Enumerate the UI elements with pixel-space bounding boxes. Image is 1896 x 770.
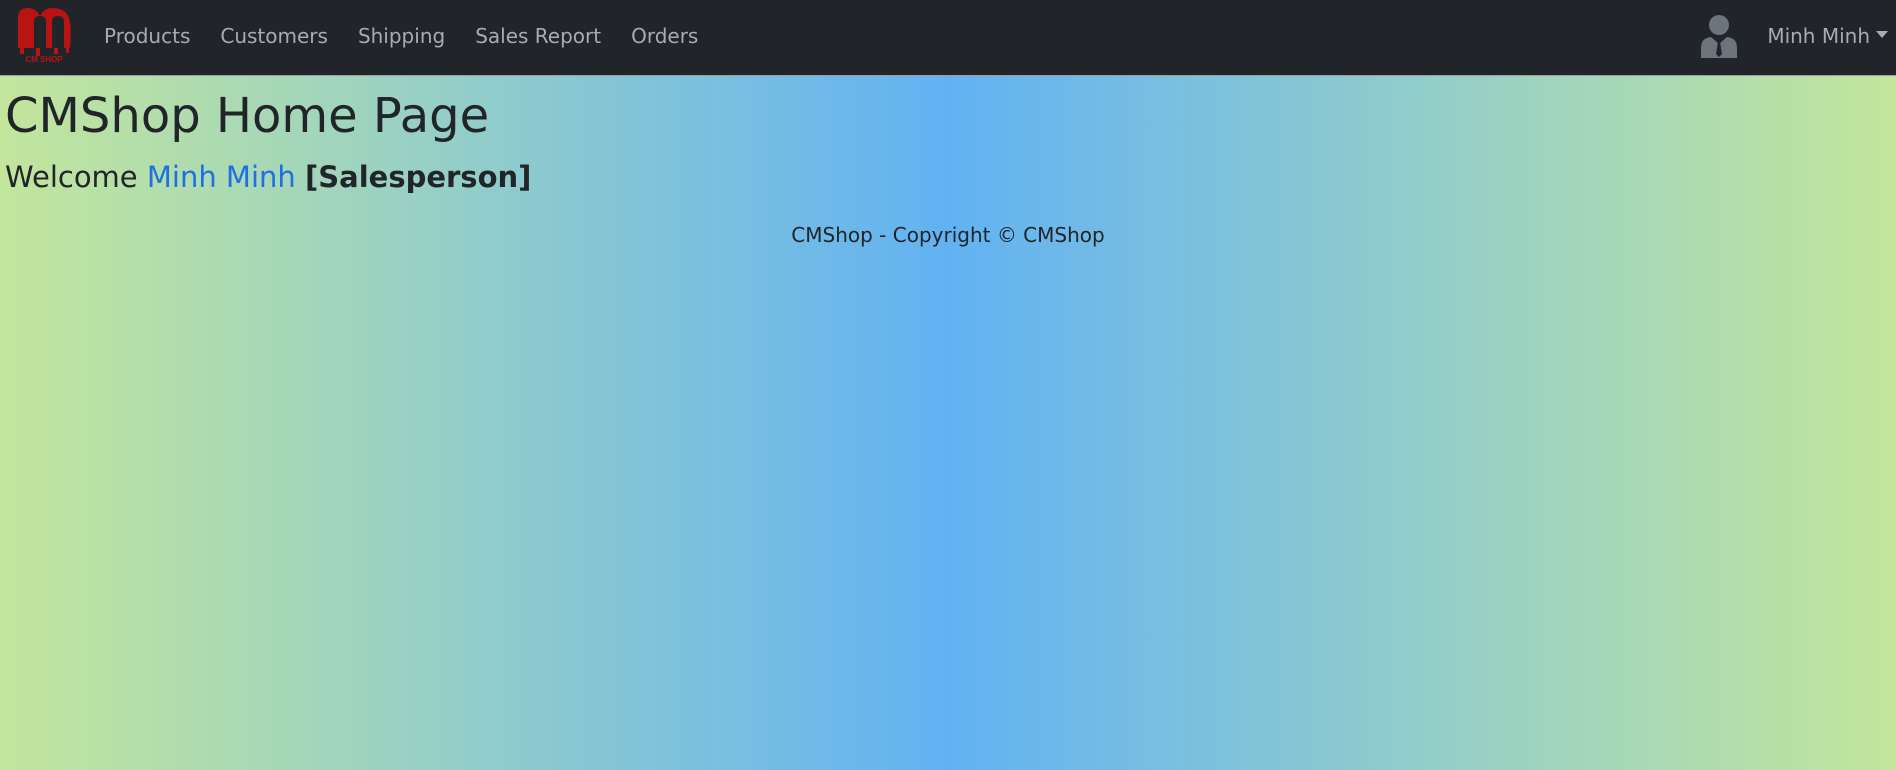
nav-item-customers[interactable]: Customers [220, 24, 328, 48]
footer-copyright: CMShop - Copyright © CMShop [791, 223, 1105, 247]
nav-item-shipping[interactable]: Shipping [358, 24, 445, 48]
nav-item-orders[interactable]: Orders [631, 24, 698, 48]
svg-text:CM SHOP: CM SHOP [25, 55, 63, 64]
welcome-message: Welcome Minh Minh [Salesperson] [5, 160, 531, 194]
nav-item-sales-report[interactable]: Sales Report [475, 24, 601, 48]
user-dropdown-toggle[interactable]: Minh Minh [1767, 24, 1888, 48]
top-navbar: CM SHOP Products Customers Shipping Sale… [0, 0, 1896, 76]
nav-item-products[interactable]: Products [104, 24, 190, 48]
page-title: CMShop Home Page [5, 88, 490, 144]
cmshop-logo[interactable]: CM SHOP [12, 4, 76, 64]
nav-links: Products Customers Shipping Sales Report… [104, 0, 728, 72]
welcome-user-link[interactable]: Minh Minh [147, 160, 296, 194]
nav-user-area: Minh Minh [1699, 0, 1888, 72]
user-menu-label: Minh Minh [1767, 24, 1870, 48]
user-icon [1701, 15, 1738, 58]
chevron-down-icon [1876, 30, 1888, 38]
welcome-prefix: Welcome [5, 160, 138, 194]
user-role: [Salesperson] [305, 160, 532, 194]
